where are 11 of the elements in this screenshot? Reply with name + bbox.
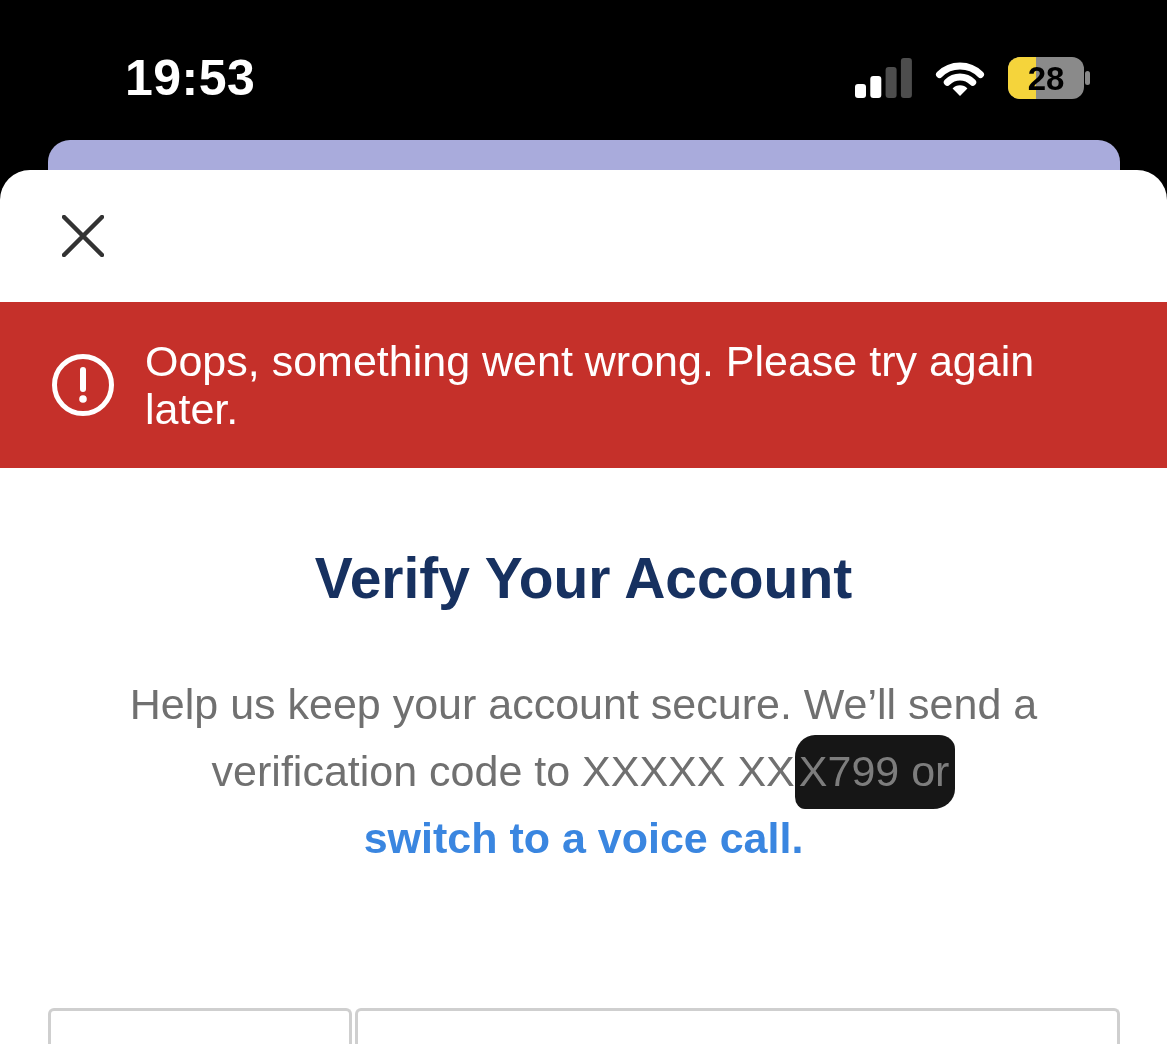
- voice-call-link[interactable]: switch to a voice call.: [363, 814, 804, 862]
- input-field[interactable]: [355, 1008, 1120, 1044]
- error-message: Oops, something went wrong. Please try again later.: [145, 337, 1036, 433]
- page-title: Verify Your Account: [313, 545, 854, 612]
- signal-icon: [855, 58, 912, 98]
- close-icon: [62, 215, 104, 257]
- description-text: Help us keep your account secure. We’ll send a verification code to XXXXX XXX799 or switch to a voice call.: [128, 679, 1039, 864]
- alert-icon: [52, 354, 114, 416]
- status-time: 19:53: [125, 52, 256, 104]
- redacted-text: X799 or: [794, 735, 956, 809]
- input-field[interactable]: [48, 1008, 352, 1044]
